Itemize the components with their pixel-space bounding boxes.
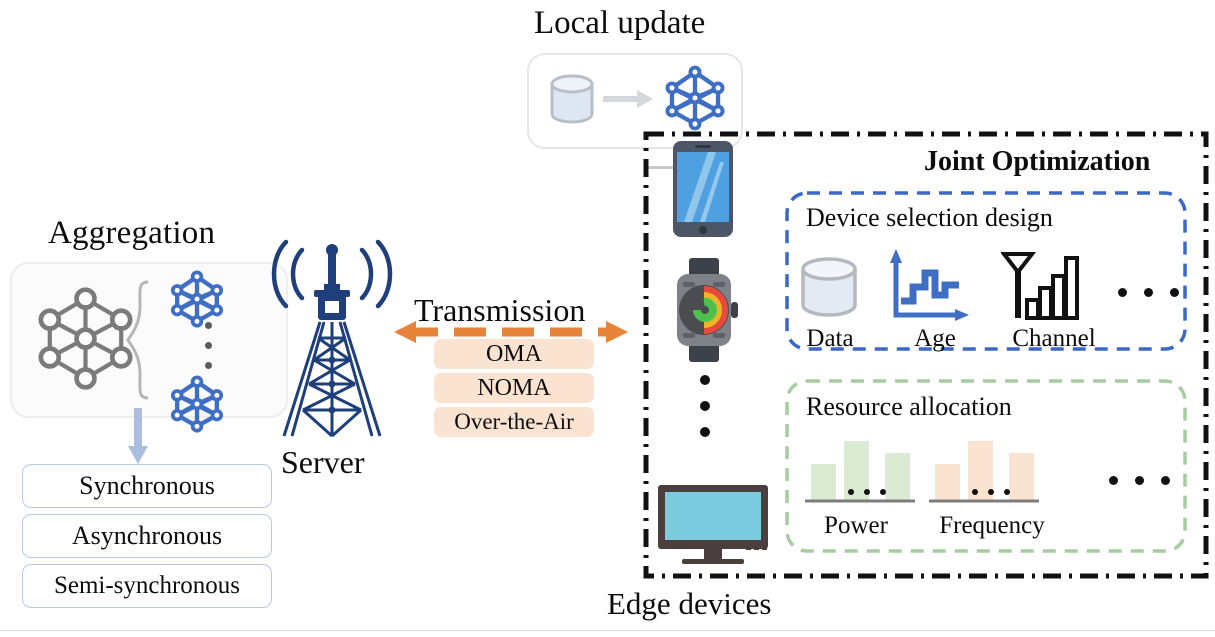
green-bar-chart-icon	[805, 441, 915, 503]
aggregation-vertical-ellipsis	[205, 322, 212, 369]
device-selection-title: Device selection design	[806, 203, 1053, 232]
ellipsis-dot	[880, 489, 886, 495]
orange-bar-chart-icon	[929, 441, 1039, 503]
ellipsis-dot	[988, 489, 994, 495]
database-cylinder-icon	[801, 257, 857, 317]
client-model-icon-bottom	[170, 375, 224, 433]
ellipsis-dot	[864, 489, 870, 495]
database-cylinder-icon	[550, 74, 594, 124]
resource-label-frequency: Frequency	[939, 512, 1045, 539]
edge-devices-title: Edge devices	[607, 586, 772, 621]
aggregation-mode-asynchronous[interactable]: Asynchronous	[22, 514, 272, 558]
ellipsis-dot	[1161, 476, 1170, 485]
resource-label-power: Power	[824, 512, 888, 539]
aggregation-down-arrow-icon	[128, 408, 148, 464]
server-title: Server	[281, 444, 365, 480]
local-update-title: Local update	[534, 5, 706, 41]
transmission-scheme-over-the-air[interactable]: Over-the-Air	[434, 407, 594, 437]
aggregation-mode-synchronous[interactable]: Synchronous	[22, 464, 272, 508]
metric-label-channel: Channel	[1012, 325, 1096, 352]
ellipsis-dot	[700, 401, 710, 411]
aggregation-mode-semi-synchronous[interactable]: Semi-synchronous	[22, 564, 272, 608]
antenna-signal-bars-icon	[1001, 252, 1079, 320]
ellipsis-dot	[1170, 288, 1179, 297]
smartwatch-icon	[677, 258, 738, 362]
ellipsis-dot	[848, 489, 854, 495]
aggregation-mode-label: Synchronous	[79, 471, 215, 500]
aggregation-mode-label: Semi-synchronous	[53, 572, 241, 599]
ellipsis-dot	[1135, 476, 1144, 485]
power-bars-ellipsis	[848, 489, 886, 495]
desktop-monitor-icon	[658, 485, 768, 564]
ellipsis-dot	[205, 362, 212, 369]
resource-allocation-ellipsis	[1109, 476, 1170, 485]
arrow-right-icon	[603, 90, 653, 108]
aggregation-mode-label: Asynchronous	[71, 521, 223, 550]
metric-label-data: Data	[806, 325, 854, 352]
ellipsis-dot	[1004, 489, 1010, 495]
ellipsis-dot	[1144, 288, 1153, 297]
ellipsis-dot	[205, 322, 212, 329]
ellipsis-dot	[1109, 476, 1118, 485]
transmission-scheme-label: OMA	[485, 340, 542, 367]
aggregation-title: Aggregation	[48, 215, 216, 251]
joint-optimization-title: Joint Optimization	[924, 146, 1151, 177]
resource-allocation-title: Resource allocation	[806, 392, 1012, 421]
ellipsis-dot	[205, 342, 212, 349]
edge-devices-vertical-ellipsis	[700, 375, 710, 437]
smartphone-icon	[673, 141, 733, 237]
diagram-canvas: Local update Aggregation Synchronous Asy…	[0, 0, 1215, 637]
ellipsis-dot	[972, 489, 978, 495]
transmission-scheme-label: NOMA	[477, 374, 551, 401]
transmission-scheme-noma[interactable]: NOMA	[434, 373, 594, 403]
bottom-divider	[0, 630, 1215, 631]
curly-brace-icon	[126, 280, 149, 400]
neural-network-blue-icon	[665, 65, 725, 131]
transmission-scheme-label: Over-the-Air	[454, 409, 574, 434]
frequency-bars-ellipsis	[972, 489, 1010, 495]
ellipsis-dot	[700, 375, 710, 385]
ellipsis-dot	[1118, 288, 1127, 297]
metric-label-age: Age	[914, 325, 956, 352]
ellipsis-dot	[700, 427, 710, 437]
step-signal-chart-icon	[890, 249, 969, 321]
client-model-icon-top	[170, 270, 224, 328]
transmission-scheme-oma[interactable]: OMA	[434, 339, 594, 369]
device-selection-ellipsis	[1118, 288, 1179, 297]
